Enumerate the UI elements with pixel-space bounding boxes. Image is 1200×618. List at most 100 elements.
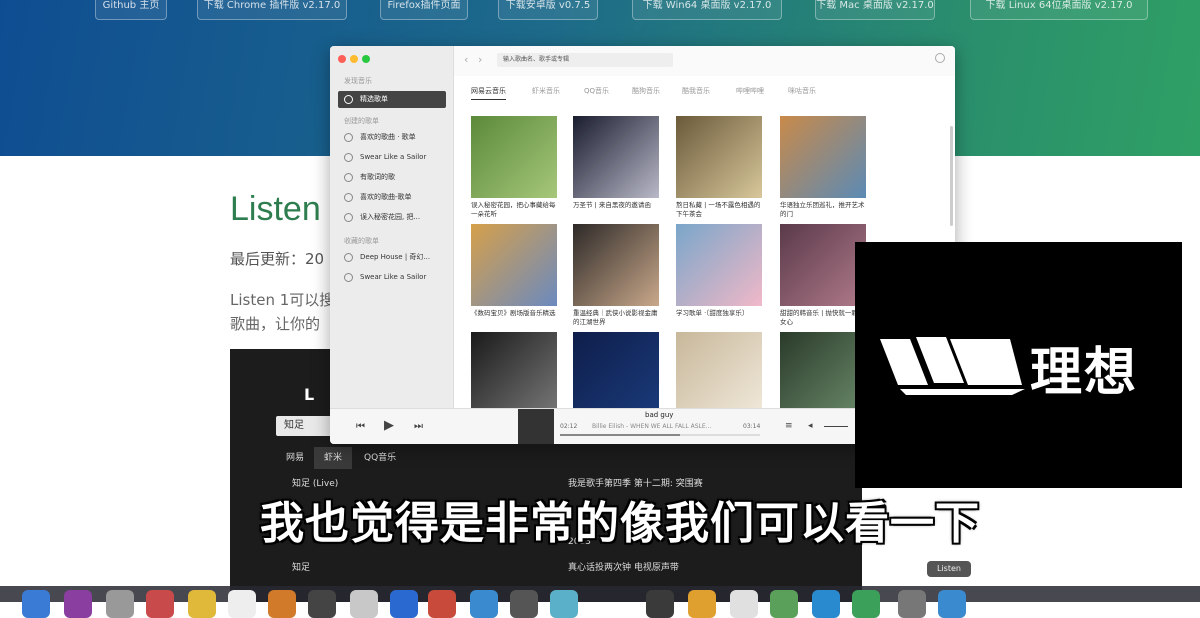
- playlist-card[interactable]: 学习歌单 ·〔甜度独享乐〕: [676, 224, 762, 327]
- playlist-cover[interactable]: [676, 116, 762, 198]
- dock-app-icon[interactable]: [228, 590, 256, 618]
- forward-arrow-icon[interactable]: ›: [478, 53, 482, 66]
- playlist-cover[interactable]: [471, 224, 557, 306]
- volume-slider[interactable]: [824, 426, 848, 427]
- dock-app-icon[interactable]: [688, 590, 716, 618]
- video-subtitle: 我也觉得是非常的像我们可以看一下: [260, 498, 980, 549]
- source-tab[interactable]: 酷狗音乐: [632, 86, 660, 96]
- source-tab[interactable]: QQ音乐: [584, 86, 609, 96]
- dock-app-icon[interactable]: [550, 590, 578, 618]
- playlist-icon: [344, 273, 353, 282]
- dock-app-icon[interactable]: [898, 590, 926, 618]
- gear-icon[interactable]: [935, 53, 945, 63]
- dock-app-icon[interactable]: [646, 590, 674, 618]
- dark-tab-qq[interactable]: QQ音乐: [364, 447, 396, 469]
- dark-tab-netease[interactable]: 网易: [286, 447, 304, 469]
- playlist-card[interactable]: 华语独立乐团巡礼，推开艺术的门: [780, 116, 866, 219]
- close-window-icon[interactable]: [338, 55, 346, 63]
- sidebar-item-playlist[interactable]: 有歌词的歌: [338, 169, 446, 186]
- playlist-cover[interactable]: [471, 332, 557, 414]
- maximize-window-icon[interactable]: [362, 55, 370, 63]
- playlist-cover[interactable]: [676, 332, 762, 414]
- playlist-cover[interactable]: [676, 224, 762, 306]
- playlist-title[interactable]: 学习歌单 ·〔甜度独享乐〕: [676, 309, 762, 327]
- download-button[interactable]: 下载 Chrome 插件版 v2.17.0: [197, 0, 347, 20]
- source-tab[interactable]: 酷我音乐: [682, 86, 710, 96]
- playlist-card[interactable]: 重温经典｜武侠小说影视金庸的江湖世界: [573, 224, 659, 327]
- dock-app-icon[interactable]: [852, 590, 880, 618]
- playlist-title[interactable]: 万圣节 | 来自黑夜的邀请函: [573, 201, 659, 219]
- source-tab[interactable]: 网易云音乐: [471, 86, 506, 100]
- download-button[interactable]: 下载 Win64 桌面版 v2.17.0: [632, 0, 782, 20]
- playlist-title[interactable]: 误入秘密花园，把心事藏给每一朵花听: [471, 201, 557, 219]
- playlist-cover[interactable]: [573, 332, 659, 414]
- download-button[interactable]: 下载 Mac 桌面版 v2.17.0: [815, 0, 935, 20]
- dock-app-icon[interactable]: [938, 590, 966, 618]
- dock-app-icon[interactable]: [64, 590, 92, 618]
- dock-app-icon[interactable]: [770, 590, 798, 618]
- playlist-cover[interactable]: [573, 116, 659, 198]
- download-button[interactable]: 下载 Linux 64位桌面版 v2.17.0: [970, 0, 1148, 20]
- play-icon[interactable]: ▶: [384, 418, 394, 433]
- sidebar-item-featured[interactable]: 精选歌单: [338, 91, 446, 108]
- dock-app-icon[interactable]: [812, 590, 840, 618]
- dock-app-icon[interactable]: [268, 590, 296, 618]
- last-updated-text: 最后更新：20: [230, 250, 325, 268]
- volume-icon[interactable]: ◂: [808, 421, 813, 431]
- source-tab[interactable]: 哔哩哔哩: [736, 86, 764, 96]
- playlist-cover[interactable]: [780, 332, 866, 414]
- playlist-queue-icon[interactable]: ≡: [785, 421, 793, 431]
- playlist-title[interactable]: 熬日私藏 | 一场不露色相遇的下午茶会: [676, 201, 762, 219]
- dock-app-icon[interactable]: [188, 590, 216, 618]
- scrollbar[interactable]: [950, 126, 953, 226]
- playlist-cover[interactable]: [471, 116, 557, 198]
- playlist-cover[interactable]: [780, 116, 866, 198]
- dark-tab-xiami[interactable]: 虾米: [314, 447, 353, 469]
- sidebar-section-created: 创建的歌单: [344, 117, 379, 125]
- search-input[interactable]: 输入歌曲名、歌手或专辑: [497, 53, 673, 67]
- source-tab[interactable]: 虾米音乐: [532, 86, 560, 96]
- description-line-1: Listen 1可以搜: [230, 291, 335, 309]
- dock-app-icon[interactable]: [730, 590, 758, 618]
- previous-icon[interactable]: ⏮: [356, 421, 365, 432]
- sidebar-item-playlist[interactable]: 喜欢的歌曲 · 歌单: [338, 129, 446, 146]
- sidebar-item-label: 有歌词的歌: [360, 173, 395, 181]
- progress-bar[interactable]: [560, 434, 760, 436]
- dock-app-icon[interactable]: [510, 590, 538, 618]
- playlist-title[interactable]: 《数码宝贝》剧场版音乐精选: [471, 309, 557, 327]
- playlist-cover[interactable]: [780, 224, 866, 306]
- download-button[interactable]: Firefox插件页面: [380, 0, 468, 20]
- download-button[interactable]: 下载安卓版 v0.7.5: [498, 0, 598, 20]
- playlist-card[interactable]: 万圣节 | 来自黑夜的邀请函: [573, 116, 659, 219]
- sidebar-item-playlist[interactable]: Swear Like a Sailor: [338, 269, 446, 286]
- dark-row-song[interactable]: 知足: [292, 560, 310, 573]
- sidebar-item-playlist[interactable]: Swear Like a Sailor: [338, 149, 446, 166]
- sidebar-item-playlist[interactable]: 误入秘密花园, 把...: [338, 209, 446, 226]
- download-button[interactable]: Github 主页: [95, 0, 167, 20]
- next-icon[interactable]: ⏭: [414, 421, 423, 432]
- dock-app-icon[interactable]: [470, 590, 498, 618]
- sidebar-item-label: 误入秘密花园, 把...: [360, 213, 421, 221]
- dock-app-icon[interactable]: [308, 590, 336, 618]
- total-time: 03:14: [743, 423, 761, 430]
- sidebar-item-playlist[interactable]: 喜欢的歌曲-歌单: [338, 189, 446, 206]
- back-arrow-icon[interactable]: ‹: [464, 53, 468, 66]
- dock-app-icon[interactable]: [22, 590, 50, 618]
- playlist-title[interactable]: 甜甜的韩音乐 | 抛快就一颗少女心: [780, 309, 866, 327]
- app-logo-icon: L: [304, 385, 315, 404]
- playlist-card[interactable]: 甜甜的韩音乐 | 抛快就一颗少女心: [780, 224, 866, 327]
- playlist-card[interactable]: 《数码宝贝》剧场版音乐精选: [471, 224, 557, 327]
- playlist-card[interactable]: 熬日私藏 | 一场不露色相遇的下午茶会: [676, 116, 762, 219]
- playlist-title[interactable]: 重温经典｜武侠小说影视金庸的江湖世界: [573, 309, 659, 327]
- dock-app-icon[interactable]: [106, 590, 134, 618]
- dock-app-icon[interactable]: [390, 590, 418, 618]
- source-tab[interactable]: 咪咕音乐: [788, 86, 816, 96]
- minimize-window-icon[interactable]: [350, 55, 358, 63]
- sidebar-item-playlist[interactable]: Deep House | 奇幻...: [338, 249, 446, 266]
- dock-app-icon[interactable]: [146, 590, 174, 618]
- playlist-title[interactable]: 华语独立乐团巡礼，推开艺术的门: [780, 201, 866, 219]
- dock-app-icon[interactable]: [428, 590, 456, 618]
- playlist-cover[interactable]: [573, 224, 659, 306]
- dock-app-icon[interactable]: [350, 590, 378, 618]
- playlist-card[interactable]: 误入秘密花园，把心事藏给每一朵花听: [471, 116, 557, 219]
